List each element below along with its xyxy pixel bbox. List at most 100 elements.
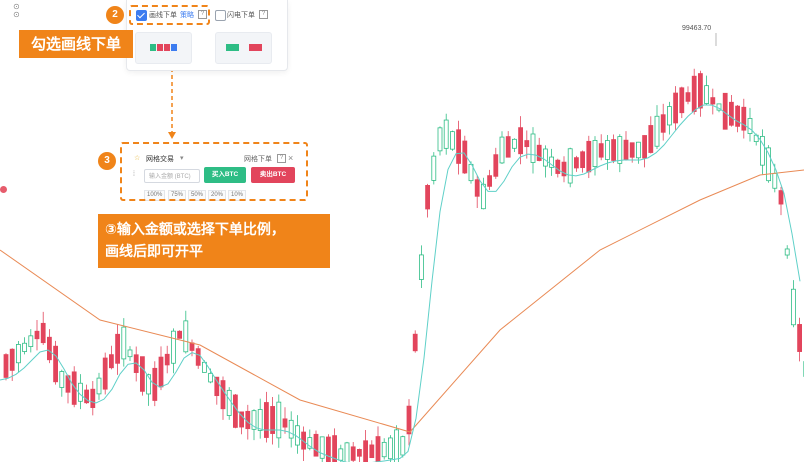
candle-body	[15, 344, 21, 364]
line-order-highlight-box	[129, 5, 210, 25]
candle-body	[263, 402, 269, 438]
candle-body	[437, 127, 443, 152]
candle-body	[735, 105, 740, 127]
step-3-callout: ③输入金额或选择下单比例， 画线后即可开平	[98, 214, 330, 268]
candle-body	[139, 356, 145, 392]
step-2-badge: 2	[106, 6, 124, 24]
candle-body	[319, 436, 325, 459]
candle-body	[772, 172, 778, 189]
candle-body	[282, 418, 288, 428]
candle-body	[456, 129, 462, 164]
candle-body	[673, 92, 678, 124]
moving-average-slow-line	[0, 169, 804, 433]
step-connector-arrow	[168, 132, 176, 139]
candle-body	[660, 114, 666, 133]
candle-body	[356, 449, 362, 457]
candle-body	[778, 190, 784, 205]
candle-body	[648, 125, 654, 153]
candle-body	[257, 409, 263, 431]
candle-body	[22, 342, 28, 352]
candle-body	[729, 101, 734, 126]
help-icon[interactable]: ?	[259, 10, 268, 19]
candle-body	[9, 348, 15, 371]
candle-body	[276, 401, 282, 439]
candle-body	[338, 448, 344, 461]
candle-body	[325, 436, 331, 462]
candle-body	[208, 372, 214, 383]
candle-body	[629, 142, 635, 158]
candle-body	[53, 345, 58, 383]
candle-body	[654, 115, 660, 147]
candle-body	[3, 354, 9, 378]
alert-dot-icon[interactable]	[0, 186, 7, 193]
candle-body	[381, 441, 387, 458]
candle-body	[586, 140, 592, 173]
step-3-callout-line-1: ③输入金额或选择下单比例，	[105, 222, 285, 238]
candle-body	[536, 144, 542, 161]
candle-body	[121, 326, 127, 360]
candle-body	[530, 133, 536, 163]
candle-body	[691, 75, 697, 112]
candle-body	[344, 442, 350, 462]
line-order-preview[interactable]	[135, 32, 192, 64]
candle-body	[369, 444, 375, 459]
candle-body	[313, 433, 319, 457]
candle-body	[288, 419, 294, 439]
candle-body	[493, 154, 499, 177]
candle-body	[158, 356, 164, 388]
candle-body	[350, 446, 356, 461]
candle-body	[679, 87, 685, 114]
candle-body	[96, 377, 102, 395]
candle-body	[406, 405, 412, 435]
candle-body	[598, 143, 604, 158]
step-3-badge: 3	[98, 152, 116, 170]
candle-body	[567, 148, 573, 184]
candle-body	[741, 106, 747, 131]
candle-body	[667, 106, 672, 126]
candle-body	[164, 353, 170, 366]
candle-body	[623, 139, 629, 161]
candle-body	[102, 357, 108, 390]
candle-body	[226, 389, 232, 416]
candle-body	[394, 429, 400, 462]
step-3-callout-line-2: 画线后即可开平	[105, 244, 203, 260]
flash-order-checkbox[interactable]	[215, 10, 226, 21]
candle-body	[232, 394, 238, 428]
flash-order-preview[interactable]	[215, 32, 272, 64]
candle-body	[418, 254, 424, 280]
candle-body	[797, 324, 802, 352]
candle-body	[59, 371, 65, 388]
candle-body	[685, 92, 691, 102]
candle-body	[555, 159, 561, 174]
candle-body	[487, 175, 493, 187]
candle-body	[47, 336, 52, 361]
candle-body	[375, 436, 381, 462]
candle-body	[270, 406, 276, 434]
candle-body	[34, 330, 40, 340]
candle-body	[636, 141, 641, 159]
candle-body	[28, 335, 34, 347]
candle-body	[704, 85, 709, 104]
candle-body	[617, 136, 623, 164]
candle-body	[474, 179, 480, 197]
toolbar-icon-bottom[interactable]: ⊙	[13, 10, 20, 19]
candle-body	[505, 136, 511, 158]
candle-body	[363, 440, 369, 462]
candle-body	[431, 155, 437, 181]
candle-body	[543, 148, 548, 167]
candle-body	[400, 436, 406, 456]
candle-body	[698, 73, 703, 109]
candle-body	[189, 342, 195, 351]
candle-body	[518, 127, 523, 155]
candle-body	[791, 288, 796, 326]
candle-body	[784, 248, 790, 256]
step-2-callout: 勾选画线下单	[19, 30, 133, 58]
candle-body	[412, 333, 418, 352]
candle-body	[90, 388, 96, 408]
candle-body	[183, 320, 189, 353]
candle-body	[580, 151, 585, 169]
candle-body	[512, 138, 517, 149]
candle-body	[574, 157, 579, 169]
candle-body	[115, 333, 120, 364]
candle-body	[387, 437, 393, 460]
